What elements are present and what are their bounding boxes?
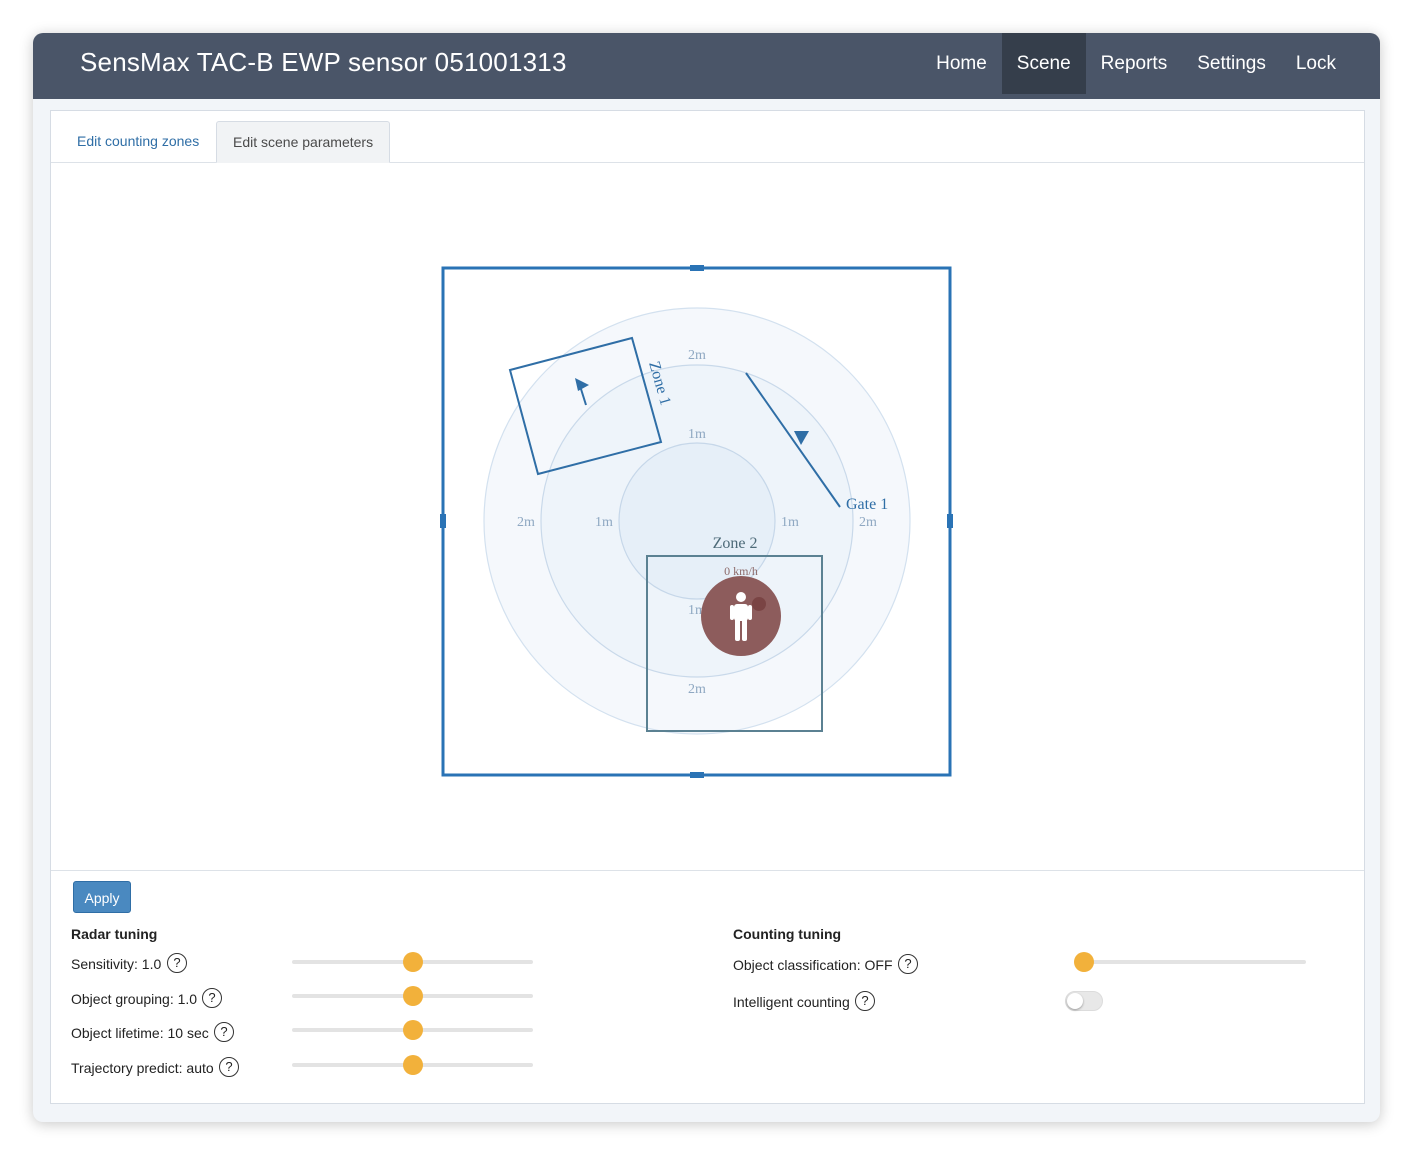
scene-panel: Edit counting zones Edit scene parameter… xyxy=(50,110,1365,1104)
ring-label-1m-left: 1m xyxy=(595,515,613,530)
nav-scene[interactable]: Scene xyxy=(1001,33,1086,94)
ring-label-1m-right: 1m xyxy=(781,515,799,530)
intelligent-counting-toggle[interactable] xyxy=(1065,991,1103,1011)
app-title: SensMax TAC-B EWP sensor 051001313 xyxy=(80,47,567,77)
radar-tuning-title: Radar tuning xyxy=(71,926,158,942)
tab-edit-scene-parameters[interactable]: Edit scene parameters xyxy=(216,121,391,163)
trajectory-predict-label: Trajectory predict: auto xyxy=(71,1060,214,1076)
slider-track xyxy=(1074,960,1306,964)
question-circle-icon[interactable]: ? xyxy=(167,953,187,973)
zone-2-label: Zone 2 xyxy=(713,535,758,552)
counting-tuning-title: Counting tuning xyxy=(733,926,842,942)
object-classification-label: Object classification: OFF xyxy=(733,957,893,973)
question-circle-icon[interactable]: ? xyxy=(855,991,875,1011)
resize-handle-right[interactable] xyxy=(947,514,953,528)
ring-label-2m-right: 2m xyxy=(859,515,877,530)
question-circle-icon[interactable]: ? xyxy=(202,988,222,1008)
object-lifetime-label: Object lifetime: 10 sec xyxy=(71,1025,209,1041)
question-circle-icon[interactable]: ? xyxy=(214,1022,234,1042)
nav-settings[interactable]: Settings xyxy=(1182,33,1281,94)
slider-thumb[interactable] xyxy=(1074,952,1094,972)
nav-home[interactable]: Home xyxy=(921,33,1002,94)
object-classification-slider[interactable] xyxy=(1074,952,1306,972)
nav-reports[interactable]: Reports xyxy=(1086,33,1183,94)
main-nav: Home Scene Reports Settings Lock xyxy=(921,33,1351,94)
tab-edit-counting-zones[interactable]: Edit counting zones xyxy=(61,121,215,161)
question-circle-icon[interactable]: ? xyxy=(898,954,918,974)
scene-canvas: 2m 1m 2m 1m 1m 2m 1m 2m Zone 1 Gate 1 Zo… xyxy=(440,265,953,778)
resize-handle-left[interactable] xyxy=(440,514,446,528)
ring-label-1m-top: 1m xyxy=(688,427,706,442)
intelligent-counting-label: Intelligent counting xyxy=(733,994,850,1010)
apply-button[interactable]: Apply xyxy=(73,881,131,913)
tracked-target[interactable] xyxy=(701,576,781,656)
slider-thumb[interactable] xyxy=(402,1020,423,1040)
slider-thumb[interactable] xyxy=(402,952,423,972)
object-grouping-slider[interactable] xyxy=(292,986,533,1006)
resize-handle-bottom[interactable] xyxy=(690,772,704,778)
ring-label-2m-bottom: 2m xyxy=(688,682,706,697)
question-circle-icon[interactable]: ? xyxy=(219,1057,239,1077)
object-lifetime-slider[interactable] xyxy=(292,1020,533,1040)
sensitivity-label: Sensitivity: 1.0 xyxy=(71,956,162,972)
resize-handle-top[interactable] xyxy=(690,265,704,271)
gate-1-label: Gate 1 xyxy=(846,496,888,513)
section-divider xyxy=(51,870,1364,871)
slider-thumb[interactable] xyxy=(402,1055,423,1075)
trajectory-predict-slider[interactable] xyxy=(292,1055,533,1075)
object-grouping-label: Object grouping: 1.0 xyxy=(71,991,198,1007)
target-heading-dot xyxy=(752,597,766,611)
ring-label-2m-left: 2m xyxy=(517,515,535,530)
slider-thumb[interactable] xyxy=(402,986,423,1006)
toggle-knob xyxy=(1067,993,1083,1009)
app-window: SensMax TAC-B EWP sensor 051001313 Home … xyxy=(33,33,1380,1122)
target-speed-label: 0 km/h xyxy=(724,564,758,578)
tab-bar: Edit counting zones Edit scene parameter… xyxy=(51,111,1364,163)
ring-label-2m-top: 2m xyxy=(688,348,706,363)
sensitivity-slider[interactable] xyxy=(292,952,533,972)
top-navbar: SensMax TAC-B EWP sensor 051001313 Home … xyxy=(33,33,1380,99)
nav-lock[interactable]: Lock xyxy=(1281,33,1351,94)
